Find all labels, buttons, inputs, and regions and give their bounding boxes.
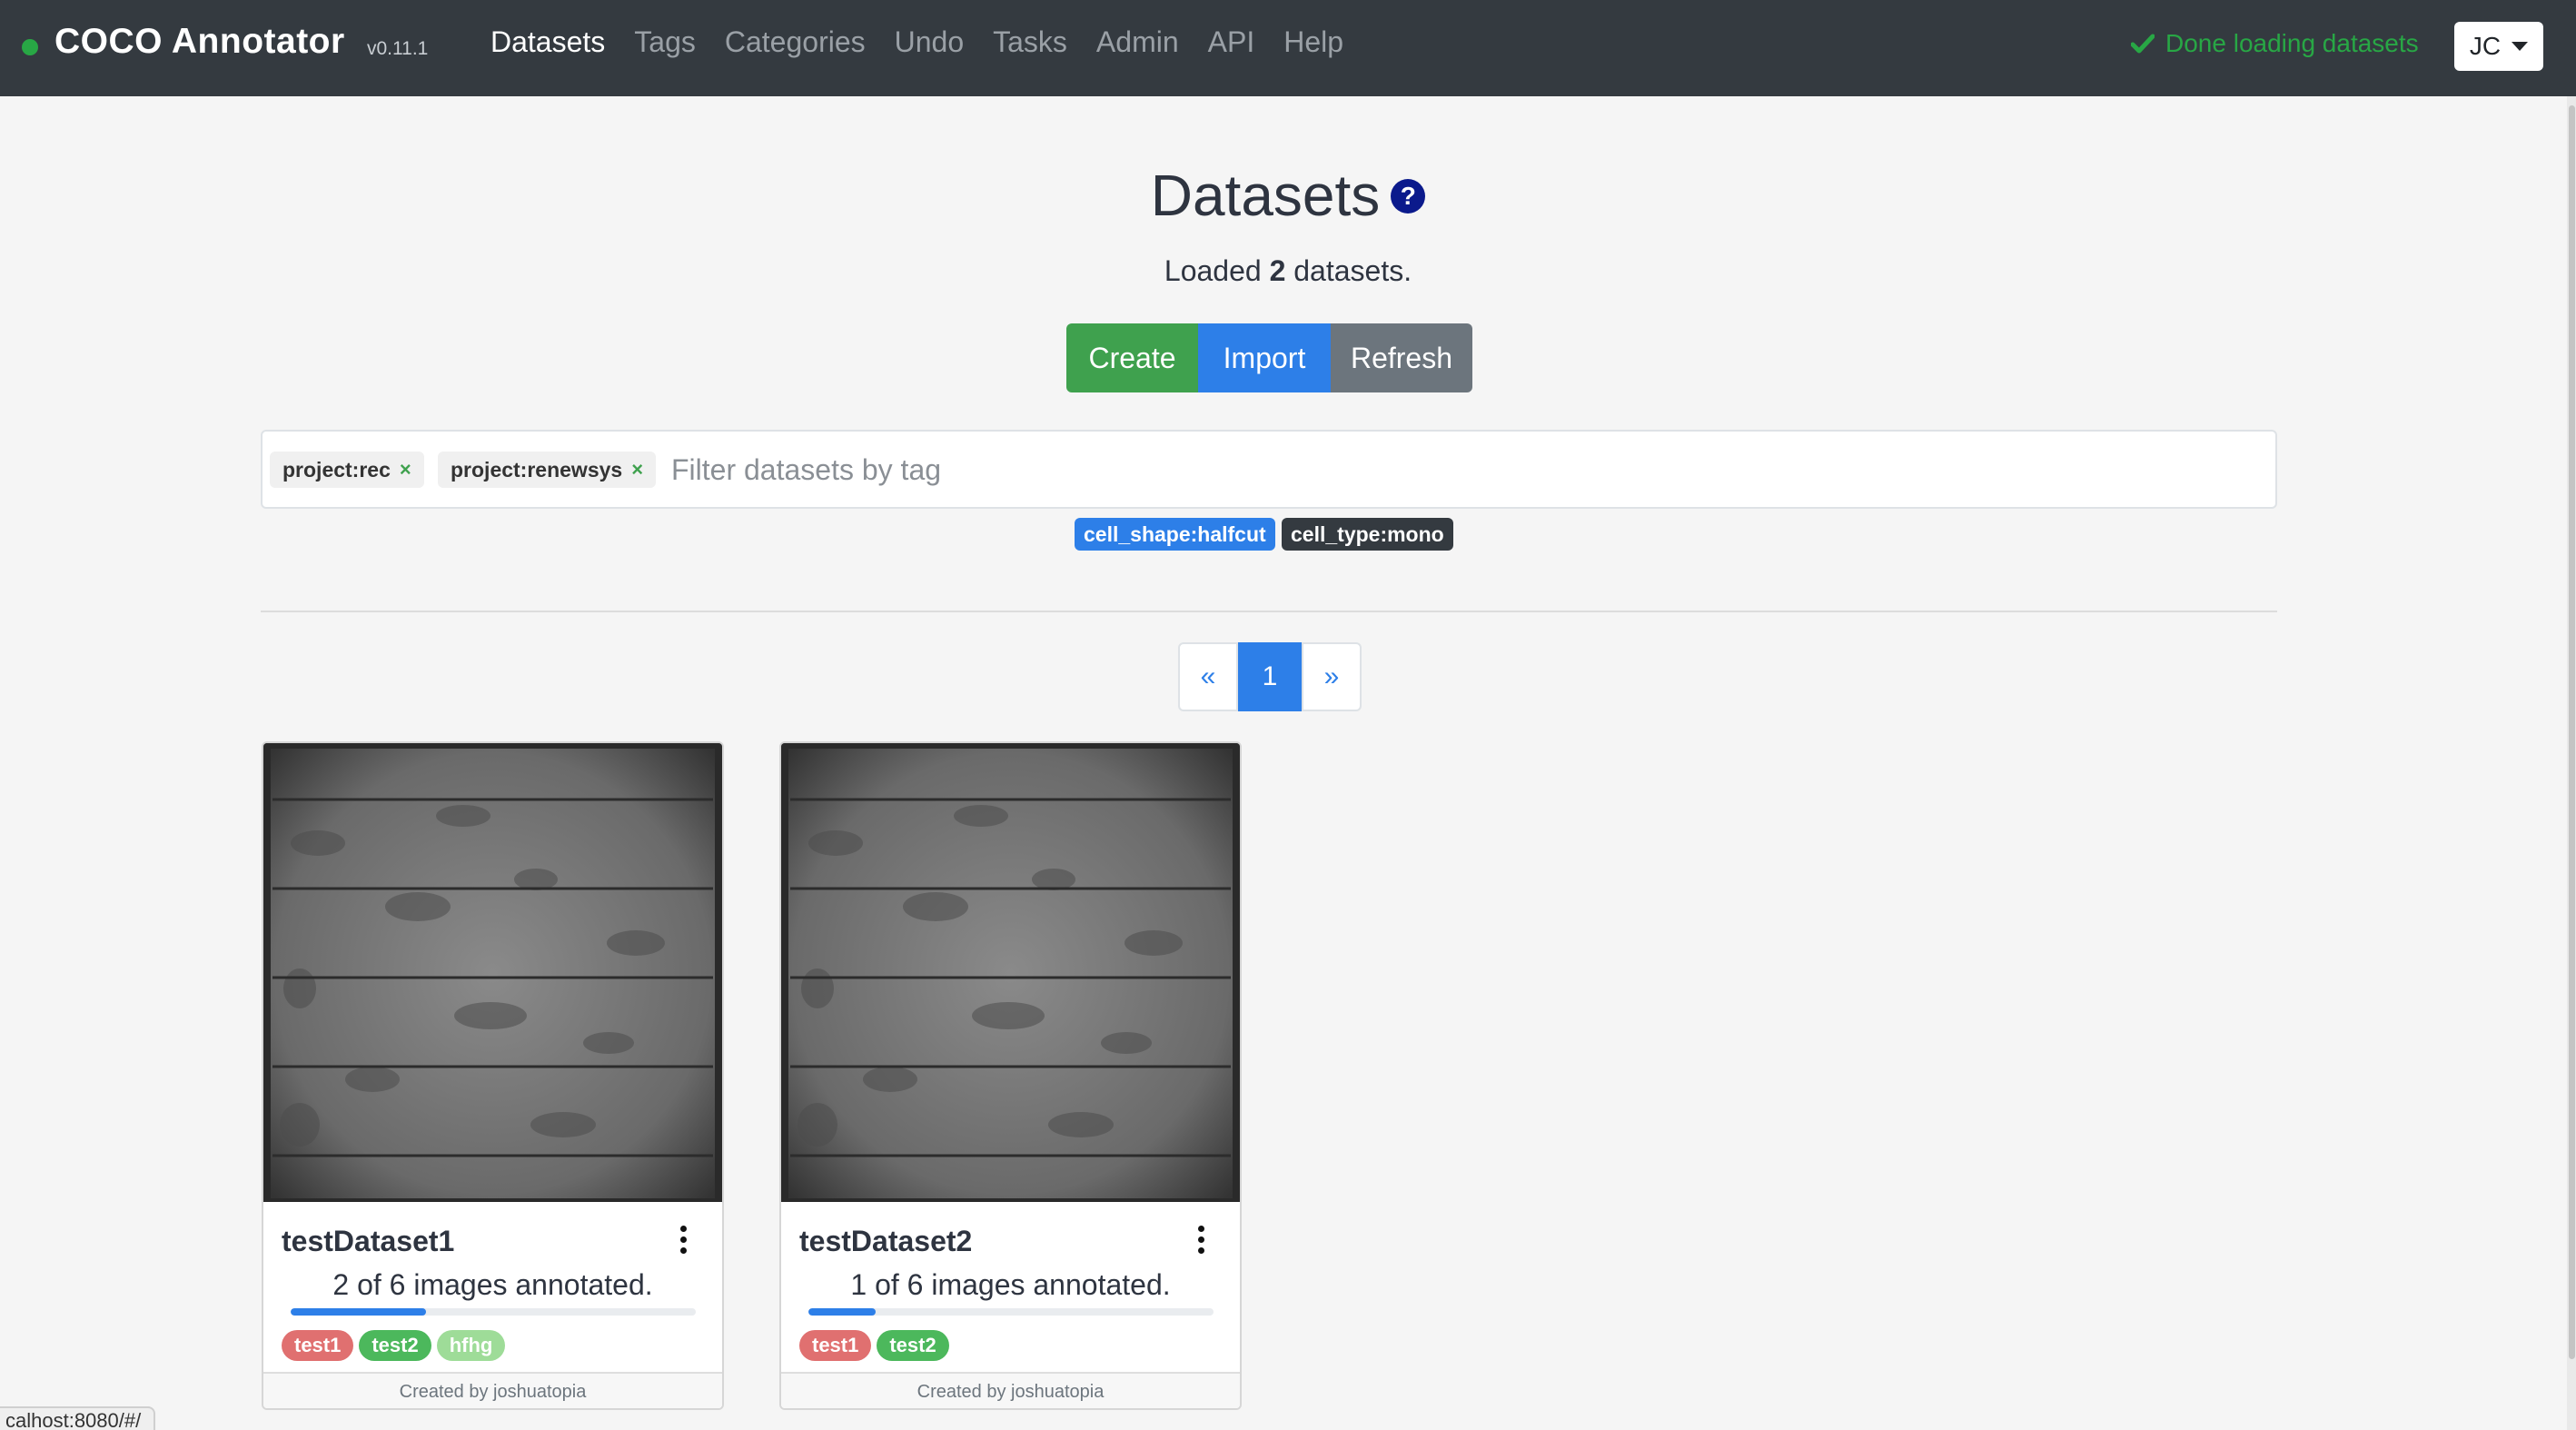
pagination-prev[interactable]: « <box>1178 642 1238 711</box>
nav-tags[interactable]: Tags <box>634 25 696 59</box>
kebab-menu-icon[interactable] <box>678 1226 689 1256</box>
loaded-summary: Loaded 2 datasets. <box>0 254 2576 288</box>
dataset-actions: Create Import Refresh <box>1066 323 1472 392</box>
navbar: COCO Annotator v0.11.1 Datasets Tags Cat… <box>0 0 2576 96</box>
status-bar-url: calhost:8080/#/ <box>0 1406 156 1430</box>
dataset-thumbnail[interactable] <box>263 743 722 1202</box>
tag-filter-input[interactable] <box>671 450 2215 490</box>
dataset-tag[interactable]: test1 <box>799 1330 872 1361</box>
create-button[interactable]: Create <box>1066 323 1198 392</box>
caret-down-icon <box>2512 42 2529 51</box>
filter-chip-label: project:rec <box>282 457 391 482</box>
connection-status-dot <box>22 39 38 55</box>
dataset-card[interactable]: testDataset1 2 of 6 images annotated. te… <box>262 741 724 1410</box>
dataset-footer: Created by joshuatopia <box>263 1372 722 1408</box>
nav-admin[interactable]: Admin <box>1096 25 1179 59</box>
pagination-page[interactable]: 1 <box>1238 642 1302 711</box>
dataset-tag[interactable]: test1 <box>282 1330 354 1361</box>
page-scrollbar-thumb[interactable] <box>2569 105 2575 1359</box>
nav-categories[interactable]: Categories <box>725 25 866 59</box>
annotation-progress-text: 2 of 6 images annotated. <box>332 1268 653 1301</box>
tag-filter[interactable]: project:rec × project:renewsys × <box>261 430 2277 509</box>
loaded-prefix: Loaded <box>1164 254 1262 287</box>
nav-help[interactable]: Help <box>1283 25 1343 59</box>
brand-logo[interactable]: COCO Annotator <box>54 22 345 62</box>
dataset-thumbnail[interactable] <box>781 743 1240 1202</box>
annotation-progress-bar <box>808 1308 1214 1316</box>
nav-api[interactable]: API <box>1208 25 1255 59</box>
help-icon[interactable]: ? <box>1391 179 1426 214</box>
loaded-count: 2 <box>1269 254 1286 287</box>
kebab-menu-icon[interactable] <box>1195 1226 1206 1256</box>
annotation-progress-text: 1 of 6 images annotated. <box>850 1268 1171 1301</box>
nav-links: Datasets Tags Categories Undo Tasks Admi… <box>490 25 1372 59</box>
pagination-next[interactable]: » <box>1302 642 1362 711</box>
filter-chip: project:renewsys × <box>438 452 657 488</box>
dataset-tag[interactable]: test2 <box>359 1330 431 1361</box>
dataset-card[interactable]: testDataset2 1 of 6 images annotated. te… <box>779 741 1242 1410</box>
dataset-name[interactable]: testDataset1 <box>282 1225 454 1258</box>
section-divider <box>261 611 2277 612</box>
annotation-progress-fill <box>808 1308 877 1316</box>
annotation-progress-fill <box>291 1308 426 1316</box>
import-button[interactable]: Import <box>1198 323 1331 392</box>
pagination: « 1 » <box>1178 642 1362 711</box>
nav-datasets[interactable]: Datasets <box>490 25 605 59</box>
page-title: Datasets? <box>0 162 2576 229</box>
loaded-suffix: datasets. <box>1293 254 1412 287</box>
refresh-button[interactable]: Refresh <box>1331 323 1472 392</box>
dataset-footer: Created by joshuatopia <box>781 1372 1240 1408</box>
dataset-tag[interactable]: hfhg <box>436 1330 506 1361</box>
remove-chip-icon[interactable]: × <box>631 458 643 482</box>
dataset-tag[interactable]: test2 <box>877 1330 949 1361</box>
nav-undo[interactable]: Undo <box>895 25 965 59</box>
user-menu-button[interactable]: JC <box>2454 22 2543 71</box>
annotation-progress-bar <box>291 1308 696 1316</box>
app-version: v0.11.1 <box>367 38 429 59</box>
page-title-text: Datasets <box>1150 163 1381 228</box>
suggested-tag[interactable]: cell_shape:halfcut <box>1075 518 1275 551</box>
filter-chip: project:rec × <box>270 452 424 488</box>
dataset-tags: test1 test2 <box>799 1330 949 1361</box>
dataset-tags: test1 test2 hfhg <box>282 1330 506 1361</box>
loading-status: Done loading datasets <box>2131 29 2419 58</box>
nav-tasks[interactable]: Tasks <box>993 25 1067 59</box>
loading-status-text: Done loading datasets <box>2165 29 2419 57</box>
filter-chip-label: project:renewsys <box>451 457 623 482</box>
remove-chip-icon[interactable]: × <box>400 458 411 482</box>
dataset-name[interactable]: testDataset2 <box>799 1225 972 1258</box>
user-initials: JC <box>2469 32 2502 60</box>
check-icon <box>2131 34 2155 54</box>
suggested-tag[interactable]: cell_type:mono <box>1282 518 1453 551</box>
